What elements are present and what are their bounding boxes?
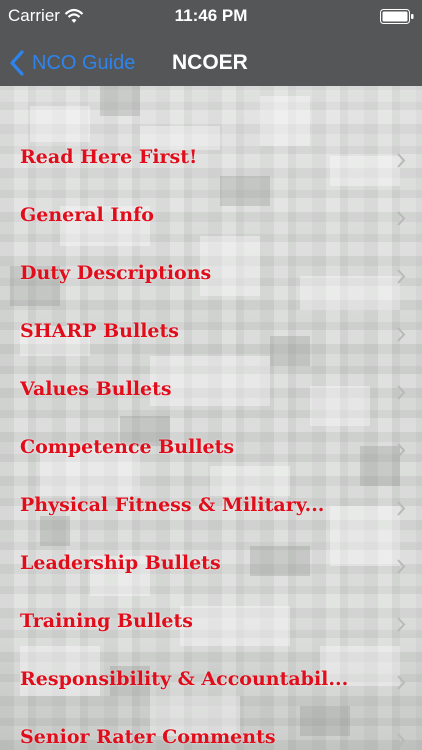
chevron-right-icon xyxy=(397,443,406,458)
chevron-right-icon xyxy=(397,211,406,226)
list-item-label: Read Here First! xyxy=(20,146,198,168)
list-item[interactable]: Read Here First! xyxy=(0,132,422,190)
list-item-label: SHARP Bullets xyxy=(20,320,179,342)
list-item-label: General Info xyxy=(20,204,154,226)
list-item[interactable]: SHARP Bullets xyxy=(0,306,422,364)
list-item-label: Duty Descriptions xyxy=(20,262,212,284)
list-item[interactable]: Training Bullets xyxy=(0,596,422,654)
chevron-right-icon xyxy=(397,501,406,516)
chevron-right-icon xyxy=(397,327,406,342)
chevron-right-icon xyxy=(397,385,406,400)
page-title: NCOER xyxy=(172,51,248,74)
menu-list: Read Here First! General Info Duty Descrip… xyxy=(0,86,422,750)
chevron-left-icon xyxy=(10,50,24,76)
battery-icon xyxy=(380,9,414,24)
list-item[interactable]: Values Bullets xyxy=(0,364,422,422)
chevron-right-icon xyxy=(397,617,406,632)
chevron-right-icon xyxy=(397,733,406,748)
list-item[interactable]: Physical Fitness & Military... xyxy=(0,480,422,538)
list-item[interactable]: Responsibility & Accountabil... xyxy=(0,654,422,712)
list-item[interactable]: Duty Descriptions xyxy=(0,248,422,306)
list-item-label: Competence Bullets xyxy=(20,436,235,458)
list-item-label: Senior Rater Comments xyxy=(20,726,276,748)
status-bar: Carrier 11:46 PM xyxy=(0,0,422,40)
list-item-label: Physical Fitness & Military... xyxy=(20,494,325,516)
list-item-label: Values Bullets xyxy=(20,378,172,400)
list-item-label: Responsibility & Accountabil... xyxy=(20,668,349,690)
list-item-label: Training Bullets xyxy=(20,610,193,632)
list-item[interactable]: Leadership Bullets xyxy=(0,538,422,596)
chevron-right-icon xyxy=(397,675,406,690)
list-item[interactable]: General Info xyxy=(0,190,422,248)
clock: 11:46 PM xyxy=(174,6,248,25)
navigation-bar: NCO Guide NCOER xyxy=(0,40,422,87)
list-item-label: Leadership Bullets xyxy=(20,552,221,574)
back-button-label: NCO Guide xyxy=(32,51,136,74)
chevron-right-icon xyxy=(397,559,406,574)
chevron-right-icon xyxy=(397,153,406,168)
list-item[interactable]: Senior Rater Comments xyxy=(0,712,422,750)
back-button[interactable]: NCO Guide xyxy=(8,40,135,86)
list-item[interactable]: Competence Bullets xyxy=(0,422,422,480)
chevron-right-icon xyxy=(397,269,406,284)
